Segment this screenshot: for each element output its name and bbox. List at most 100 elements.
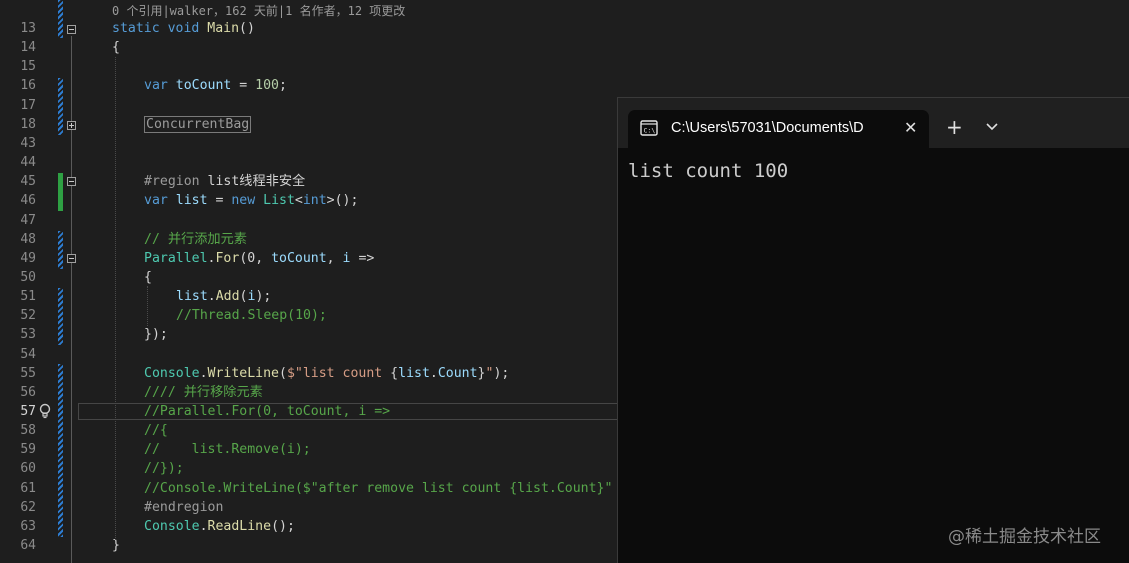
code-token: (); [271,518,295,534]
close-icon[interactable]: ✕ [904,120,917,136]
code-token: < [294,193,303,209]
code-text[interactable]: //Console.WriteLine($"after remove list … [144,479,612,498]
code-token: >(); [326,193,359,209]
code-token: // list.Remove(i); [144,442,311,458]
code-text[interactable]: { [144,268,152,287]
terminal-output: list count 100 [628,160,789,182]
lightbulb-icon[interactable] [38,403,52,419]
code-text[interactable]: //{ [144,421,168,440]
code-token: . [199,518,208,534]
code-token: toCount [175,78,232,94]
code-token: ; [279,78,287,94]
code-token: i [342,250,351,266]
code-token: () [239,21,255,36]
line-number: 58 [20,423,36,439]
line-number: 60 [20,461,36,477]
code-token: } [112,538,120,554]
code-token: var [144,193,176,209]
terminal-window[interactable]: C:\ C:\Users\57031\Documents\D ✕ + list … [617,97,1129,563]
code-text[interactable]: Console.ReadLine(); [144,517,295,536]
code-text[interactable]: ConcurrentBag [144,115,252,134]
code-token: { [144,269,152,285]
line-number: 51 [20,289,36,305]
line-number: 46 [20,193,36,209]
indent-guide [115,57,116,540]
chevron-down-icon[interactable] [986,122,998,132]
expand-icon[interactable] [67,121,76,130]
code-token: list [175,193,208,209]
code-token: Main [207,21,240,36]
code-text[interactable]: static void Main() [112,19,255,38]
code-token: //// 并行移除元素 [144,384,263,400]
code-token: { [112,40,120,56]
code-line[interactable]: 13 static void Main() [0,19,1129,38]
indent-guide [147,286,148,326]
code-text[interactable]: #endregion [144,498,223,517]
code-token: Console [144,365,200,381]
code-token: #endregion [144,499,224,515]
code-text[interactable]: #region list线程非安全 [144,172,305,191]
code-token: . [207,289,216,305]
code-token: var [144,78,176,94]
code-token: new [231,193,264,209]
collapse-icon[interactable] [67,25,76,34]
collapse-icon[interactable] [67,254,76,263]
terminal-tab-bar: C:\ C:\Users\57031\Documents\D ✕ + [618,98,1129,148]
code-token: void [167,21,208,36]
code-token: => [350,250,375,266]
line-number: 50 [20,269,36,285]
code-token: ReadLine [207,518,272,534]
terminal-tab-title: C:\Users\57031\Documents\D [671,120,864,136]
code-token: //{ [144,423,168,439]
code-token: // 并行添加元素 [144,231,247,247]
line-number: 44 [20,155,36,171]
terminal-tab[interactable]: C:\ C:\Users\57031\Documents\D ✕ [628,110,929,148]
plus-icon[interactable]: + [946,117,963,137]
line-number: 64 [20,538,36,554]
line-number: 15 [20,59,36,75]
code-token: . [429,365,438,381]
code-text[interactable]: //// 并行移除元素 [144,383,263,402]
code-token: int [302,193,327,209]
collapse-icon[interactable] [67,177,76,186]
line-number: 16 [20,78,36,94]
code-token: ( [239,289,248,305]
code-line[interactable]: 16 var toCount = 100; [0,76,1129,95]
code-text[interactable]: // list.Remove(i); [144,440,311,459]
change-marker [58,78,63,135]
code-token: Count [437,365,478,381]
code-token: ( [279,365,287,381]
code-text[interactable]: // 并行添加元素 [144,230,247,249]
codelens-info[interactable]: 0 个引用|walker，162 天前|1 名作者，12 项更改 [112,2,405,21]
code-token: . [199,365,208,381]
code-token: (0, [239,250,272,266]
terminal-icon: C:\ [640,120,658,136]
line-number: 59 [20,442,36,458]
line-number: 54 [20,346,36,362]
code-token: toCount [271,250,327,266]
code-text[interactable]: { [112,38,120,57]
code-line[interactable]: 15 [0,57,1129,76]
change-marker [58,0,63,38]
code-text[interactable]: var toCount = 100; [144,76,287,95]
code-text[interactable]: //}); [144,459,184,478]
code-token: }); [144,327,168,343]
fold-guide-line [71,36,72,563]
code-text[interactable]: var list = new List<int>(); [144,191,358,210]
line-number: 18 [20,116,36,132]
line-number: 62 [20,499,36,515]
line-number: 47 [20,212,36,228]
code-text[interactable]: Console.WriteLine($"list count {list.Cou… [144,364,509,383]
line-number: 17 [20,97,36,113]
code-token: Parallel [144,250,208,266]
collapsed-region[interactable]: ConcurrentBag [144,115,252,133]
code-text[interactable]: Parallel.For(0, toCount, i => [144,249,374,268]
code-text[interactable]: //Thread.Sleep(10); [176,306,327,325]
code-token: //}); [144,461,184,477]
code-token: Add [215,289,240,305]
code-line[interactable]: 14 { [0,38,1129,57]
code-text[interactable]: list.Add(i); [176,287,271,306]
code-text[interactable]: }); [144,325,168,344]
code-token: = [231,78,256,94]
code-token: List [263,193,295,209]
